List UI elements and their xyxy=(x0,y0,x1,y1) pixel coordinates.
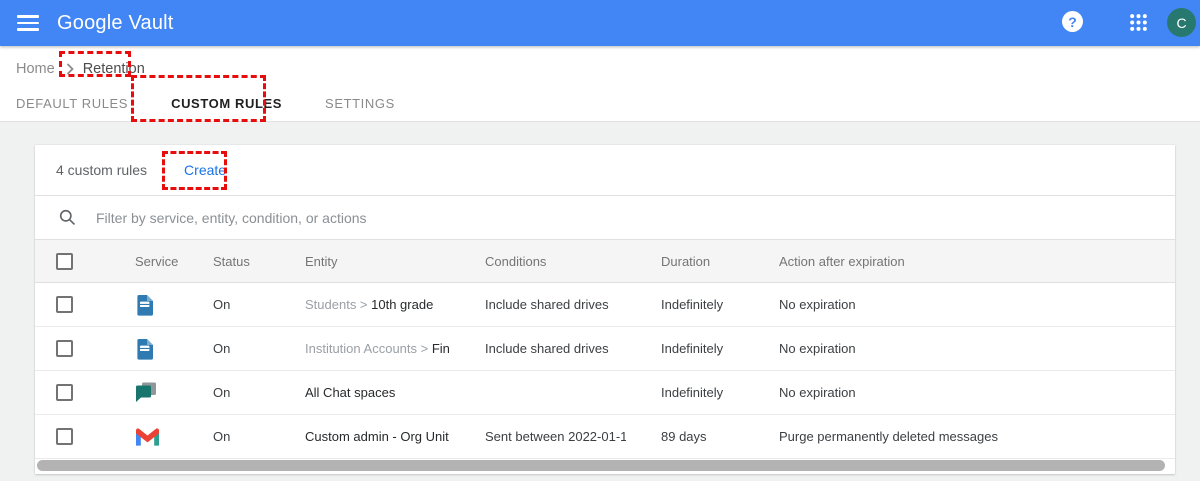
duration-cell: Indefinitely xyxy=(626,385,744,400)
status-cell: On xyxy=(178,297,270,312)
column-header-action: Action after expiration xyxy=(744,254,1175,269)
drive-icon xyxy=(136,294,154,316)
column-header-status: Status xyxy=(178,254,270,269)
column-header-service: Service xyxy=(103,254,178,269)
column-header-duration: Duration xyxy=(626,254,744,269)
duration-cell: Indefinitely xyxy=(626,297,744,312)
column-header-entity: Entity xyxy=(270,254,450,269)
filter-input[interactable] xyxy=(96,210,796,226)
table-row[interactable]: On Students > 10th grade Include shared … xyxy=(35,283,1175,327)
row-checkbox[interactable] xyxy=(56,428,73,445)
action-cell: No expiration xyxy=(744,385,1175,400)
filter-bar xyxy=(35,196,1175,240)
status-cell: On xyxy=(178,429,270,444)
avatar[interactable]: C xyxy=(1167,8,1196,37)
action-cell: Purge permanently deleted messages xyxy=(744,429,1175,444)
breadcrumb: Home Retention xyxy=(16,56,145,82)
duration-cell: Indefinitely xyxy=(626,341,744,356)
duration-cell: 89 days xyxy=(626,429,744,444)
table-row[interactable]: On Institution Accounts > Finance Includ… xyxy=(35,327,1175,371)
drive-icon xyxy=(136,338,154,360)
search-icon xyxy=(59,209,76,226)
breadcrumb-retention: Retention xyxy=(83,61,145,77)
panel-header: 4 custom rules Create xyxy=(35,145,1175,196)
entity-cell: Institution Accounts > Finance xyxy=(270,341,450,356)
hamburger-menu-icon[interactable] xyxy=(17,15,39,31)
table-row[interactable]: On All Chat spaces Indefinitely No expir… xyxy=(35,371,1175,415)
chevron-right-icon xyxy=(66,63,74,75)
status-cell: On xyxy=(178,341,270,356)
tab-settings[interactable]: SETTINGS xyxy=(325,96,395,111)
gmail-icon xyxy=(136,428,159,446)
action-cell: No expiration xyxy=(744,297,1175,312)
status-cell: On xyxy=(178,385,270,400)
conditions-cell: Include shared drives xyxy=(450,341,626,356)
tab-bar: DEFAULT RULES CUSTOM RULES SETTINGS xyxy=(16,87,395,120)
row-checkbox[interactable] xyxy=(56,340,73,357)
sub-header: Home Retention DEFAULT RULES CUSTOM RULE… xyxy=(0,46,1200,122)
table-header-row: Service Status Entity Conditions Duratio… xyxy=(35,240,1175,283)
breadcrumb-home[interactable]: Home xyxy=(16,61,55,77)
app-title: Google Vault xyxy=(57,12,174,35)
rule-count-label: 4 custom rules xyxy=(56,162,147,178)
select-all-checkbox[interactable] xyxy=(56,253,73,270)
entity-cell: Students > 10th grade xyxy=(270,297,450,312)
entity-cell: All Chat spaces xyxy=(270,385,450,400)
conditions-cell: Sent between 2022-01-19 an… xyxy=(450,429,626,444)
apps-grid-icon[interactable] xyxy=(1129,13,1148,32)
conditions-cell: Include shared drives xyxy=(450,297,626,312)
create-rule-button[interactable]: Create xyxy=(184,162,226,178)
entity-cell: Custom admin - Org Unit xyxy=(270,429,450,444)
horizontal-scrollbar[interactable] xyxy=(37,460,1165,471)
table-row[interactable]: On Custom admin - Org Unit Sent between … xyxy=(35,415,1175,459)
tab-custom-rules[interactable]: CUSTOM RULES xyxy=(171,96,282,111)
help-icon[interactable]: ? xyxy=(1062,11,1083,32)
row-checkbox[interactable] xyxy=(56,296,73,313)
action-cell: No expiration xyxy=(744,341,1175,356)
column-header-conditions: Conditions xyxy=(450,254,626,269)
row-checkbox[interactable] xyxy=(56,384,73,401)
app-bar: Google Vault ? C xyxy=(0,0,1200,46)
custom-rules-panel: 4 custom rules Create Service Status Ent… xyxy=(35,145,1175,474)
tab-default-rules[interactable]: DEFAULT RULES xyxy=(16,96,128,111)
chat-icon xyxy=(136,382,157,403)
